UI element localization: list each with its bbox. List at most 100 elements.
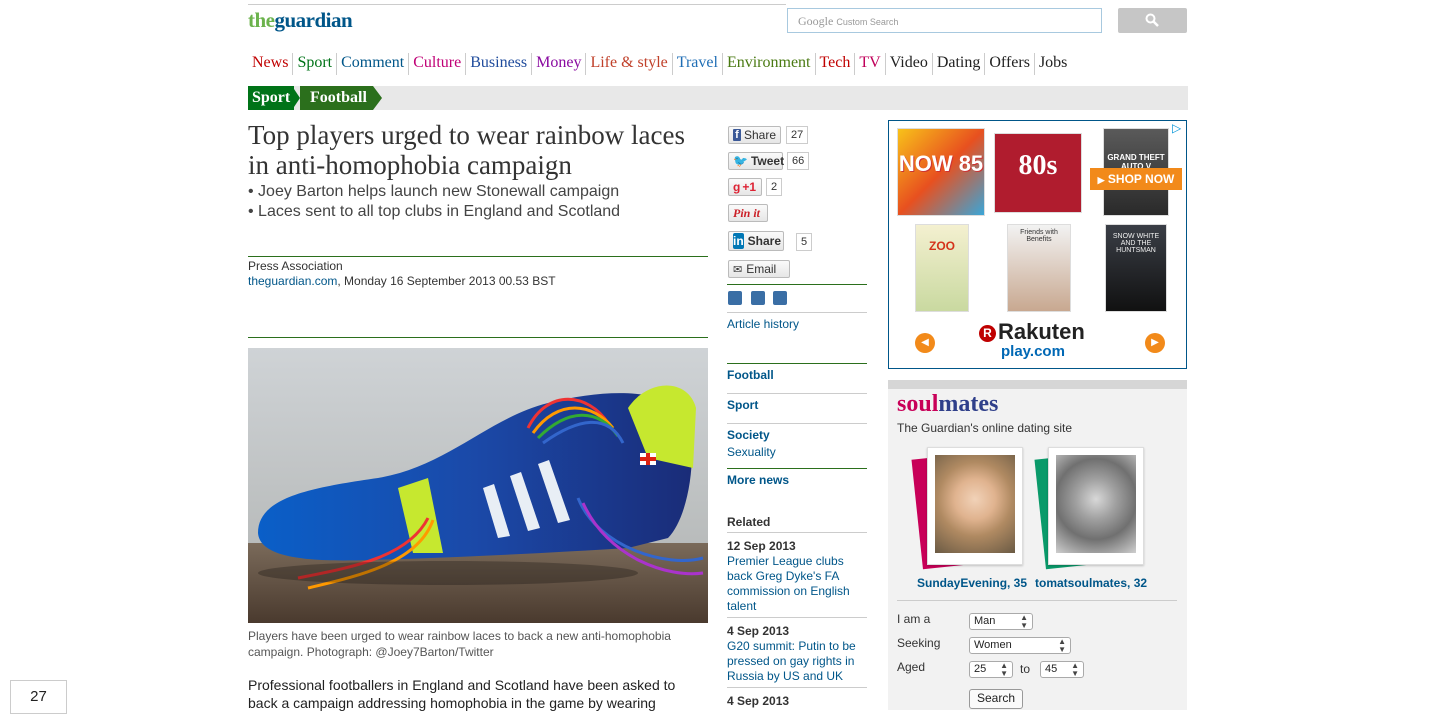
envelope-icon: ✉ [733,263,743,276]
nav-item-business[interactable]: Business [466,53,533,75]
divider [727,363,867,364]
nav-item-dating[interactable]: Dating [933,53,986,75]
profile-name[interactable]: SundayEvening, 35 [917,576,1027,590]
soulmates-topbar [888,380,1187,389]
friends-with-benefits-cover: Friends with Benefits [1007,224,1071,312]
facebook-share-count: 27 [786,126,809,144]
nav-item-environment[interactable]: Environment [723,53,816,75]
dateline: theguardian.com, Monday 16 September 201… [248,274,556,288]
related-heading: Related [727,515,771,529]
byline: Press Association theguardian.com, Monda… [248,259,556,289]
tag-sexuality[interactable]: Sexuality [727,445,776,459]
linkedin-share-count: 5 [796,233,813,251]
divider [248,337,708,338]
article-history-link[interactable]: Article history [727,317,799,331]
nav-item-jobs[interactable]: Jobs [1035,53,1071,75]
i-am-label: I am a [897,612,931,626]
nav-item-tv[interactable]: TV [855,53,886,75]
divider [727,687,867,688]
select-arrows-icon: ▲ ▼ [1058,637,1066,654]
nav-item-money[interactable]: Money [532,53,587,75]
select-arrows-icon: ▲ ▼ [1020,613,1028,630]
divider [727,284,867,285]
standfirst-point: • Laces sent to all top clubs in England… [248,203,621,220]
article-photo[interactable] [248,348,708,623]
facebook-icon: f [733,129,741,141]
nav-item-tech[interactable]: Tech [816,53,856,75]
breadcrumb-football[interactable]: Football [300,86,373,110]
breadcrumb-arrow [373,86,382,110]
related-date: 4 Sep 2013 [727,624,790,638]
top-rule [248,4,786,5]
breadcrumb-bar [248,86,1188,110]
nav-item-news[interactable]: News [248,53,294,75]
nav-item-video[interactable]: Video [886,53,933,75]
email-button[interactable]: ✉ Email [728,260,790,278]
share-counter-widget[interactable]: 27 [10,680,67,714]
divider [727,617,867,618]
seeking-select[interactable]: Women ▲ ▼ [969,637,1071,654]
divider [727,468,867,469]
photo-caption: Players have been urged to wear rainbow … [248,629,671,659]
site-link[interactable]: theguardian.com [248,274,337,288]
nav-item-travel[interactable]: Travel [673,53,723,75]
linkedin-share-button[interactable]: in Share [728,231,784,251]
google-plus-count: 2 [766,178,783,196]
select-arrows-icon: ▲ ▼ [1000,661,1008,678]
nav-item-culture[interactable]: Culture [409,53,467,75]
age-to-select[interactable]: 45 ▲ ▼ [1040,661,1084,678]
ad-next-arrow-icon[interactable]: ▶ [1145,333,1165,353]
share-icon[interactable] [751,291,765,305]
seeking-label: Seeking [897,636,941,650]
twitter-bird-icon: 🐦 [733,154,748,168]
related-story-link[interactable]: G20 summit: Putin to be pressed on gay r… [727,639,867,684]
related-date: 12 Sep 2013 [727,539,796,553]
related-story-link[interactable]: Premier League clubs back Greg Dyke's FA… [727,554,867,614]
adchoices-icon[interactable]: ▷ [1172,122,1184,134]
age-from-select[interactable]: 25 ▲ ▼ [969,661,1013,678]
gender-select[interactable]: Man ▲ ▼ [969,613,1033,630]
divider [727,423,867,424]
nav-item-life-style[interactable]: Life & style [586,53,673,75]
nav-item-offers[interactable]: Offers [985,53,1035,75]
standfirst-point: • Joey Barton helps launch new Stonewall… [248,183,620,200]
pinterest-button[interactable]: Pin it [728,204,768,222]
play-arrow-icon: ▶ [1097,175,1105,185]
google-plus-button[interactable]: g +1 [728,178,762,196]
guardian-logo[interactable]: theguardian [248,8,353,33]
shop-now-button[interactable]: ▶ SHOP NOW [1090,168,1182,190]
soulmates-logo[interactable]: soulmates [897,391,998,418]
zoo-dvd-cover: ZOO [915,224,969,312]
ad-prev-arrow-icon[interactable]: ◀ [915,333,935,353]
facebook-share-button[interactable]: f Share [728,126,781,144]
standfirst: • Joey Barton helps launch new Stonewall… [248,182,708,222]
nav-item-comment[interactable]: Comment [337,53,410,75]
breadcrumb-arrow [292,86,300,110]
profile-name[interactable]: tomatsoulmates, 32 [1035,576,1147,590]
80s-cover: 80s [994,133,1082,213]
more-news-link[interactable]: More news [727,473,789,487]
tag-society[interactable]: Society [727,428,770,442]
play-com-logo: play.com [1001,343,1065,360]
profile-photo-sundayevening[interactable] [927,447,1023,565]
football-boot-image [248,348,708,623]
now85-cover: NOW 85 [897,128,985,216]
rakuten-ad[interactable]: ▷ NOW 85 80s GRAND THEFT AUTO V ▶ SHOP N… [888,120,1187,369]
select-arrows-icon: ▲ ▼ [1071,661,1079,678]
divider [248,256,708,257]
breadcrumb-sport[interactable]: Sport [248,86,295,110]
soulmates-search-button[interactable]: Search [969,689,1023,709]
search-button[interactable] [1118,8,1187,33]
nav-item-sport[interactable]: Sport [293,53,338,75]
tag-sport[interactable]: Sport [727,398,758,412]
tag-football[interactable]: Football [727,368,774,382]
divider [897,600,1177,601]
google-custom-search-label: Google Custom Search [798,14,899,28]
tweet-button[interactable]: 🐦 Tweet [728,152,784,170]
divider [727,393,867,394]
rakuten-logo: R Rakuten [979,319,1085,345]
google-icon[interactable] [773,291,787,305]
print-icon[interactable] [728,291,742,305]
profile-photo-tomatsoulmates[interactable] [1048,447,1144,565]
search-input[interactable]: Google Custom Search [787,8,1102,33]
